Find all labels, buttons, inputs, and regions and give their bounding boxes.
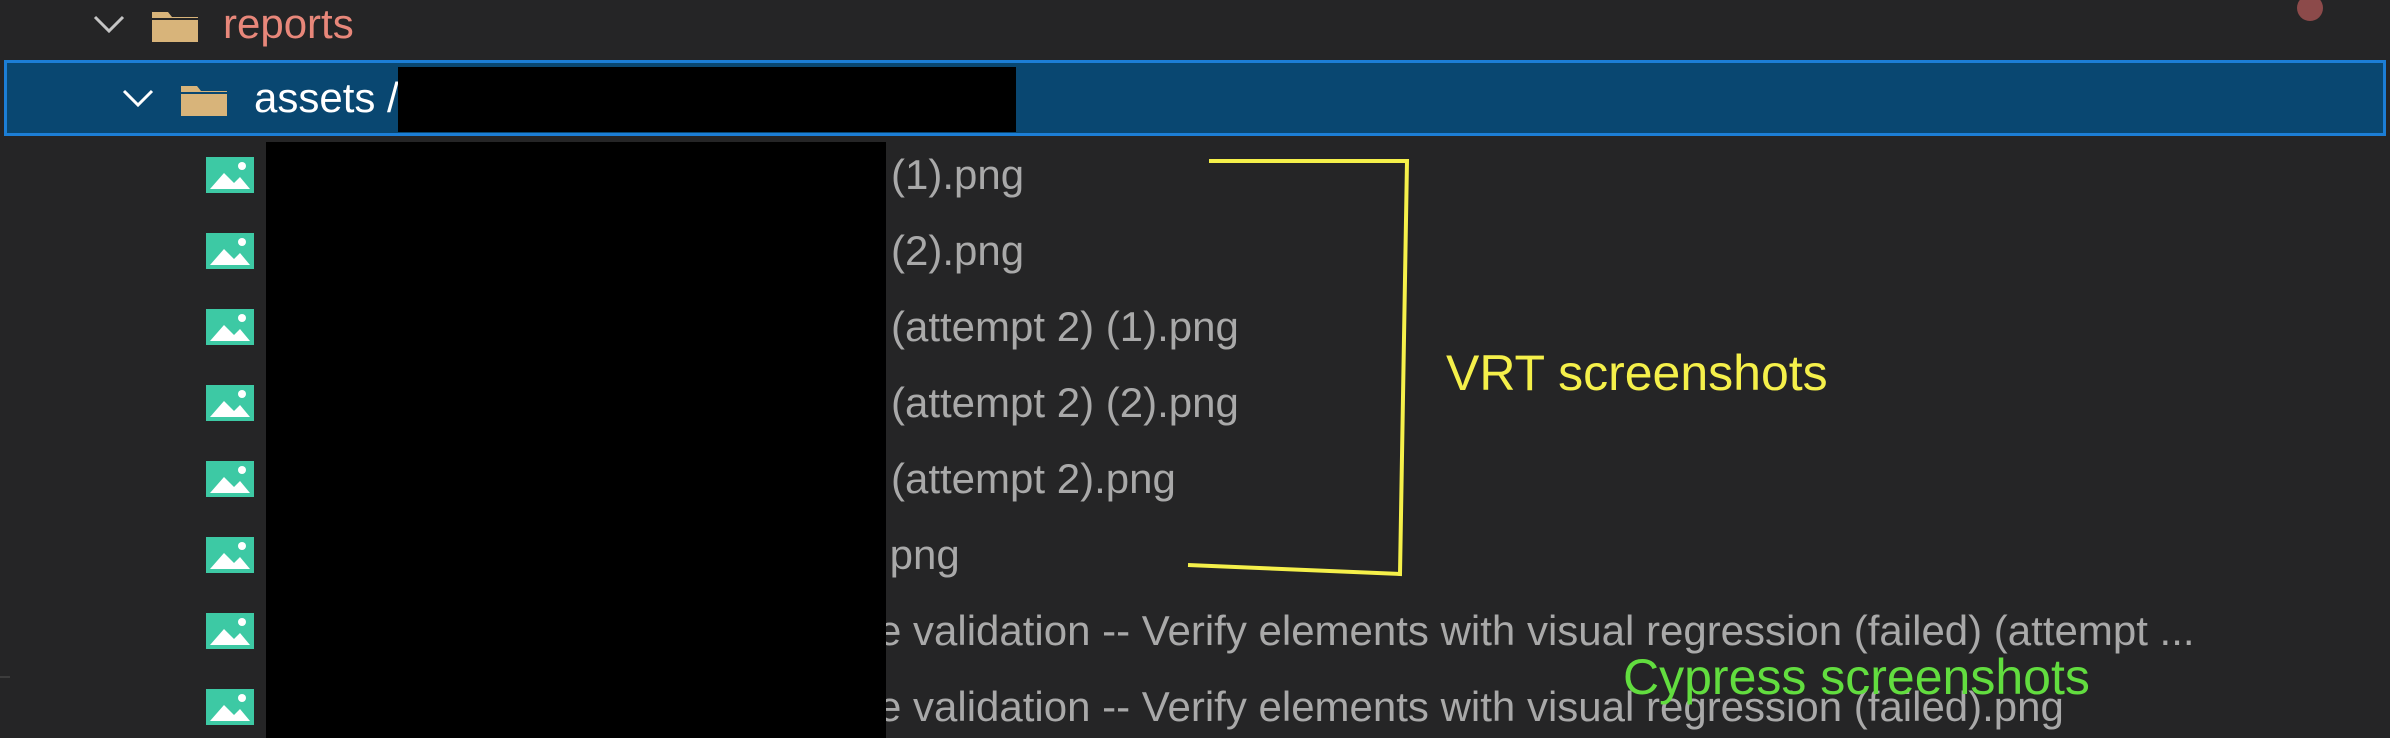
file-explorer: reports assets / (1).png (2).png (attemp… (0, 0, 2390, 738)
image-file-icon (206, 461, 254, 497)
image-file-icon (206, 613, 254, 649)
file-name: e validation -- Verify elements with vis… (878, 607, 2195, 654)
folder-icon (181, 86, 227, 116)
image-file-icon (206, 385, 254, 421)
folder-label-assets: assets / (254, 74, 399, 121)
file-name: (1).png (891, 151, 1025, 198)
chevron-down-icon[interactable] (121, 88, 155, 108)
folder-row-assets[interactable]: assets / (4, 60, 2386, 136)
vrt-screenshots-annotation: VRT screenshots (1446, 345, 1828, 401)
bracket-annotation (1187, 159, 1410, 577)
folder-label-reports: reports (223, 0, 354, 47)
cypress-screenshots-annotation: Cypress screenshots (1623, 649, 2090, 705)
divider (0, 676, 10, 678)
modified-dot-icon (2297, 0, 2323, 21)
chevron-down-icon[interactable] (92, 14, 126, 34)
image-file-icon (206, 157, 254, 193)
file-name: .png (878, 531, 960, 578)
folder-icon (152, 12, 198, 42)
redaction-box (398, 67, 1016, 132)
folder-row-reports[interactable]: reports (0, 0, 2390, 62)
image-file-icon (206, 537, 254, 573)
redaction-box (266, 142, 886, 738)
image-file-icon (206, 689, 254, 725)
image-file-icon (206, 233, 254, 269)
file-name: (2).png (891, 227, 1025, 274)
file-name: (attempt 2).png (891, 455, 1176, 502)
image-file-icon (206, 309, 254, 345)
